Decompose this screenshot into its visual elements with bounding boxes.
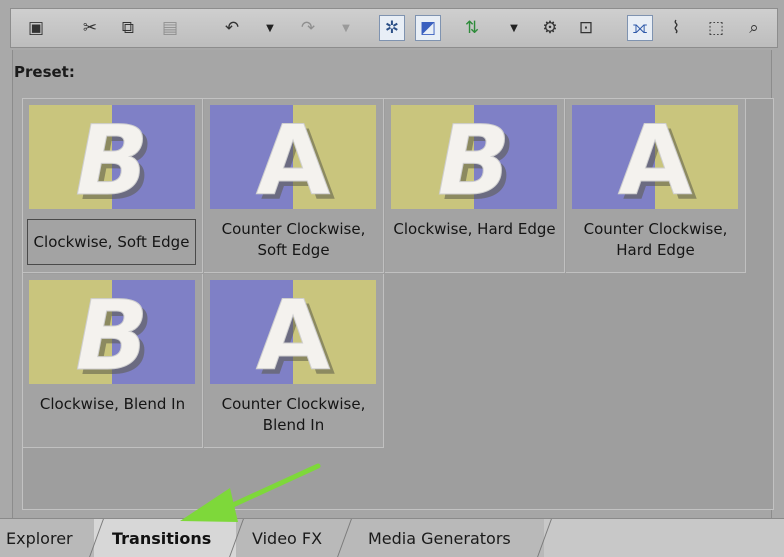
thumbnail-art: AA [210,280,376,384]
tab-explorer[interactable]: Explorer [0,519,100,557]
preset-thumbnail: BB [391,105,557,209]
preset-label: Preset: [14,63,75,81]
redo-dropdown-icon[interactable]: ▼ [339,15,353,41]
paste-icon[interactable]: ▤ [157,15,183,41]
preset-caption: Counter Clockwise, Hard Edge [583,220,728,259]
preset-grid: BB Clockwise, Soft Edge AA Counter Clock… [22,98,774,510]
preset-caption: Clockwise, Blend In [39,395,186,413]
preset-caption: Counter Clockwise, Blend In [221,395,366,434]
preset-item[interactable]: AA Counter Clockwise, Blend In [204,274,384,448]
thumbnail-art: BB [29,105,195,209]
cut-icon[interactable]: ✂ [77,15,103,41]
event-envelope-icon[interactable]: ⇅ [459,15,485,41]
toolbar: ▣ ✂ ⧉ ▤ ↶ ▼ ↷ ▼ ✲ ◩ ⇅ ▼ ⚙ ⊡ ⟗ ⌇ ⬚ ⌕ [10,8,778,48]
lock-envelope-icon[interactable]: ⊡ [573,15,599,41]
preset-thumbnail: AA [210,280,376,384]
thumbnail-art: BB [391,105,557,209]
normal-edit-tool-icon[interactable]: ⟗ [627,15,653,41]
preset-thumbnail: BB [29,280,195,384]
svg-text:B: B [75,280,148,384]
redo-icon[interactable]: ↷ [295,15,321,41]
preset-thumbnail: BB [29,105,195,209]
thumbnail-art: AA [572,105,738,209]
undo-dropdown-icon[interactable]: ▼ [263,15,277,41]
svg-text:B: B [75,105,148,209]
svg-text:B: B [437,105,510,209]
copy-icon[interactable]: ⧉ [115,15,141,41]
thumbnail-art: BB [29,280,195,384]
zoom-tool-icon[interactable]: ⌕ [741,15,767,41]
preset-thumbnail: AA [572,105,738,209]
snap-icon[interactable]: ✲ [379,15,405,41]
preset-item[interactable]: BB Clockwise, Soft Edge [23,99,203,273]
preset-caption: Counter Clockwise, Soft Edge [221,220,366,259]
svg-text:A: A [256,280,330,384]
preset-item[interactable]: BB Clockwise, Blend In [23,274,203,448]
fx-chain-icon[interactable]: ⚙ [537,15,563,41]
tab-video-fx[interactable]: Video FX [236,519,342,557]
thumbnail-art: AA [210,105,376,209]
preset-item[interactable]: BB Clockwise, Hard Edge [385,99,565,273]
tab-media-generators[interactable]: Media Generators [342,519,544,557]
tab-transitions[interactable]: Transitions [94,519,236,557]
auto-ripple-icon[interactable]: ◩ [415,15,441,41]
undo-icon[interactable]: ↶ [219,15,245,41]
svg-text:A: A [618,105,692,209]
properties-icon[interactable]: ▣ [23,15,49,41]
preset-caption: Clockwise, Hard Edge [393,220,556,238]
bottom-tab-strip: Explorer Transitions Video FX Media Gene… [0,518,784,557]
preset-item[interactable]: AA Counter Clockwise, Hard Edge [566,99,746,273]
selection-tool-icon[interactable]: ⬚ [703,15,729,41]
envelope-dropdown-icon[interactable]: ▼ [507,15,521,41]
preset-item[interactable]: AA Counter Clockwise, Soft Edge [204,99,384,273]
svg-text:A: A [256,105,330,209]
preset-thumbnail: AA [210,105,376,209]
envelope-tool-icon[interactable]: ⌇ [663,15,689,41]
preset-caption: Clockwise, Soft Edge [27,219,196,265]
